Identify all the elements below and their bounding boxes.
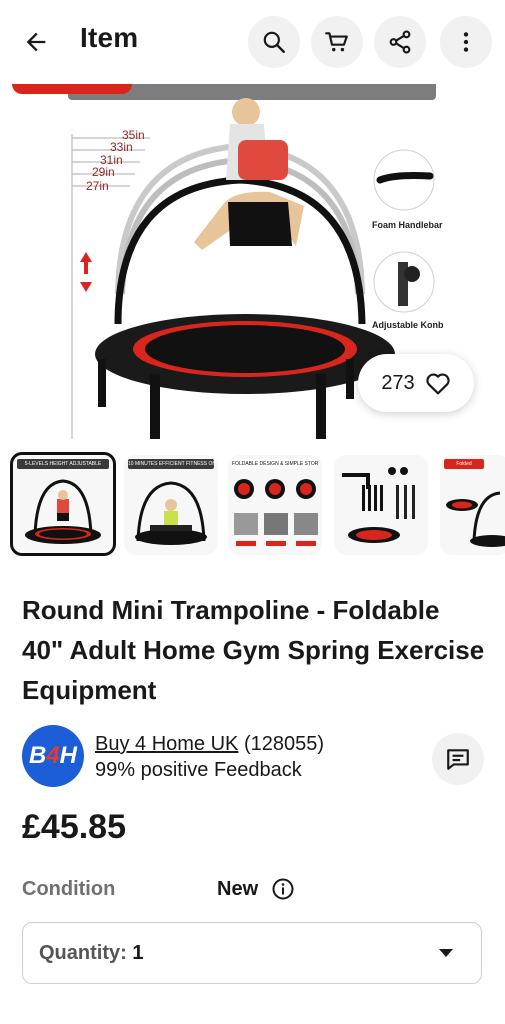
thumbnail-1[interactable]: 5-LEVELS HEIGHT ADJUSTABLE (10, 452, 116, 556)
item-title: Round Mini Trampoline - Foldable 40" Adu… (22, 595, 485, 705)
search-icon (263, 31, 285, 53)
share-icon (389, 30, 411, 54)
seller-logo-4: 4 (46, 742, 60, 769)
seller-name-row: Buy 4 Home UK (128055) (95, 733, 324, 756)
cart-icon (325, 32, 348, 52)
more-options-button[interactable] (440, 16, 492, 68)
product-main-image[interactable]: 35in 33in 31in 29in 27in Foam Handlebar … (0, 84, 505, 444)
trampoline-thumbnail-image (446, 491, 505, 547)
quantity-select[interactable]: Quantity: 1 (22, 922, 482, 984)
contact-seller-button[interactable] (432, 733, 484, 785)
quantity-value: 1 (132, 942, 144, 964)
share-button[interactable] (374, 16, 426, 68)
dropdown-caret-icon (439, 949, 453, 957)
height-label: 29in (92, 165, 115, 179)
more-vertical-icon (463, 32, 469, 52)
thumbnail-5[interactable]: Folded (440, 455, 505, 555)
back-button[interactable] (18, 24, 54, 60)
seller-name-link[interactable]: Buy 4 Home UK (95, 733, 238, 755)
info-icon[interactable] (271, 877, 295, 901)
thumbnail-3[interactable]: FOLDABLE DESIGN & SIMPLE STORAGE (228, 455, 322, 555)
foam-handlebar-caption: Foam Handlebar (372, 220, 443, 230)
trampoline-thumbnail-image (25, 479, 101, 544)
image-thumbnail-strip[interactable]: 5-LEVELS HEIGHT ADJUSTABLE 10 MINUTES EF… (0, 452, 505, 559)
trampoline-thumbnail-image (234, 479, 318, 546)
height-label: 27in (86, 179, 109, 193)
condition-value: New (217, 878, 259, 900)
seller-logo-b: B (28, 742, 47, 769)
page-title: Item (80, 22, 139, 53)
message-icon (447, 749, 469, 770)
thumbnail-2[interactable]: 10 MINUTES EFFICIENT FITNESS ON TRAMPOLI… (124, 455, 218, 555)
trampoline-parts-thumbnail-image (342, 467, 415, 543)
seller-logo[interactable]: B4H (22, 725, 84, 787)
adjustable-knob-caption: Adjustable Konb (372, 320, 444, 330)
height-label: 33in (110, 140, 133, 154)
quantity-label-row: Quantity: 1 (39, 942, 143, 965)
item-price: £45.85 (22, 808, 126, 846)
quantity-label: Quantity: (39, 942, 127, 964)
thumbnail-4[interactable] (334, 455, 428, 555)
cart-button[interactable] (311, 16, 363, 68)
seller-feedback-score: 99% positive Feedback (95, 759, 302, 781)
watch-count: 273 (381, 371, 415, 394)
top-app-bar: Item (0, 0, 505, 84)
watch-count-button[interactable]: 273 (358, 354, 474, 412)
trampoline-thumbnail-image (135, 481, 207, 545)
back-arrow-icon (26, 32, 46, 52)
heart-icon (426, 373, 450, 395)
search-button[interactable] (248, 16, 300, 68)
seller-logo-h: H (59, 742, 78, 769)
condition-label: Condition (22, 878, 116, 900)
seller-info: B4H Buy 4 Home UK (128055) 99% positive … (22, 725, 487, 789)
seller-feedback-count: (128055) (243, 733, 325, 755)
